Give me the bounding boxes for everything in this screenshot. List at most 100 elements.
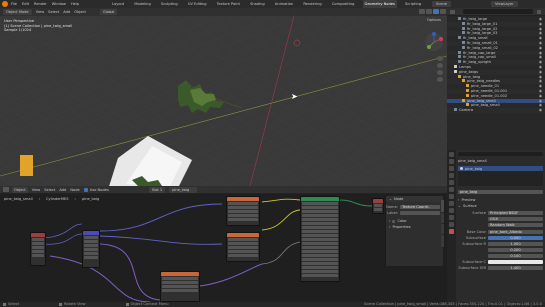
- tab-animation[interactable]: Animation: [273, 0, 295, 8]
- scene-tab-icon[interactable]: [449, 180, 454, 185]
- modifier-tab-icon[interactable]: [449, 201, 454, 206]
- menu-edit[interactable]: Edit: [22, 2, 29, 6]
- expand-arrow-icon: ›: [389, 219, 391, 223]
- surface-section-header[interactable]: ⌄ Surface: [458, 203, 543, 209]
- npanel-tab-tool[interactable]: [441, 213, 444, 223]
- node-name-field[interactable]: Texture Coordi..: [400, 204, 440, 210]
- tab-modeling[interactable]: Modeling: [132, 0, 152, 8]
- material-slot-item[interactable]: pine_twig: [458, 166, 543, 171]
- grid-view-icon[interactable]: [437, 77, 443, 82]
- node-texture-coordinate[interactable]: [30, 232, 46, 266]
- node-mapping[interactable]: [82, 230, 100, 268]
- tab-rendering[interactable]: Rendering: [301, 0, 323, 8]
- npanel-properties-row[interactable]: › Properties: [386, 224, 443, 230]
- menu-select[interactable]: Select: [48, 10, 59, 14]
- menu-window[interactable]: Window: [52, 2, 66, 6]
- world-tab-icon[interactable]: [449, 187, 454, 192]
- outliner-search-input[interactable]: [463, 9, 533, 14]
- physics-tab-icon[interactable]: [449, 208, 454, 213]
- subsurface-radius-z-field[interactable]: 0.100: [488, 253, 543, 259]
- filter-icon[interactable]: [537, 9, 541, 14]
- constraints-tab-icon[interactable]: [449, 215, 454, 220]
- view-layer-selector[interactable]: ViewLayer: [491, 1, 518, 7]
- menu-object[interactable]: Object: [74, 10, 86, 14]
- props-search-input[interactable]: [458, 151, 543, 157]
- visibility-eye-icon[interactable]: ◉: [539, 108, 542, 113]
- solid-shading-icon[interactable]: [426, 9, 432, 14]
- color-checkbox[interactable]: [392, 219, 396, 223]
- viewport-info-overlay: User Perspective (1) Scene Collection | …: [4, 19, 72, 33]
- subsurface-method-row: Random Walk: [458, 222, 543, 228]
- zoom-icon[interactable]: [437, 56, 443, 61]
- menu-file[interactable]: File: [11, 2, 17, 6]
- subsurface-radius-y-field[interactable]: 0.200: [488, 247, 543, 253]
- 3d-viewport[interactable]: Object Mode View Select Add Object Globa…: [0, 8, 447, 186]
- subsurface-value-field[interactable]: 0.000: [488, 235, 543, 241]
- wireframe-shading-icon[interactable]: [419, 9, 425, 14]
- mode-selector[interactable]: Object Mode: [3, 9, 32, 15]
- material-sphere-icon: [460, 167, 463, 170]
- outliner-header: [447, 8, 545, 16]
- subsurface-ior-field[interactable]: 1.400: [488, 265, 543, 271]
- tab-uv-editing[interactable]: UV Editing: [186, 0, 209, 8]
- tab-compositing[interactable]: Compositing: [330, 0, 357, 8]
- npanel-color-label: Color: [397, 219, 407, 223]
- npanel-tab-view[interactable]: [441, 224, 444, 234]
- properties-tabs: [447, 150, 456, 302]
- npanel-node-header[interactable]: ⌄ Node: [386, 196, 443, 202]
- tab-shading[interactable]: Shading: [248, 0, 267, 8]
- subsurface-method-dropdown[interactable]: Random Walk: [488, 222, 543, 228]
- subsurface-radius-x-field[interactable]: 1.000: [488, 241, 543, 247]
- node-image-texture-1[interactable]: [226, 196, 260, 226]
- shader-node-editor[interactable]: Object View Select Add Node Use Nodes Sl…: [0, 186, 447, 302]
- transform-orientation[interactable]: Global: [99, 9, 118, 15]
- material-slots-list[interactable]: pine_twig: [458, 166, 543, 186]
- tab-texture-paint[interactable]: Texture Paint: [215, 0, 242, 8]
- material-name-field[interactable]: pine_twig: [458, 189, 543, 195]
- menu-add[interactable]: Add: [63, 10, 70, 14]
- tab-geometry-nodes[interactable]: Geometry Nodes: [362, 0, 397, 8]
- tab-layout[interactable]: Layout: [110, 0, 126, 8]
- surface-shader-field[interactable]: Principled BSDF: [488, 210, 543, 216]
- scene-selector[interactable]: Scene: [432, 1, 451, 7]
- node-label-field[interactable]: [400, 210, 440, 216]
- material-tab-icon[interactable]: [449, 229, 454, 234]
- object-type-icon: [458, 60, 461, 64]
- npanel-tab-node[interactable]: [441, 200, 444, 212]
- object-tab-icon[interactable]: [449, 194, 454, 199]
- blender-logo-icon[interactable]: [2, 1, 8, 7]
- distribution-dropdown[interactable]: GGX: [488, 216, 543, 222]
- object-type-icon: [458, 74, 461, 78]
- node-material-output[interactable]: [372, 198, 384, 214]
- npanel-label-label: Label:: [387, 211, 398, 215]
- base-color-label: Base Color: [466, 230, 486, 234]
- node-image-texture-3[interactable]: [160, 271, 200, 302]
- data-tab-icon[interactable]: [449, 222, 454, 227]
- outliner-editor-icon[interactable]: [450, 9, 455, 14]
- menu-view[interactable]: View: [36, 10, 45, 14]
- outliner-item-label: pine_twig_needles: [467, 79, 501, 84]
- base-color-texture-field[interactable]: pine_bark_Albedo: [488, 229, 543, 235]
- subsurface-label: Subsurface: [465, 236, 486, 240]
- options-button[interactable]: Options: [427, 18, 441, 22]
- menu-render[interactable]: Render: [34, 2, 47, 6]
- viewport-header: Object Mode View Select Add Object Globa…: [0, 8, 447, 16]
- navigation-gizmo[interactable]: [424, 32, 444, 52]
- outliner-item-label: pine_twig_small: [467, 98, 496, 103]
- pan-hand-icon[interactable]: [437, 63, 443, 68]
- menu-help[interactable]: Help: [71, 2, 79, 6]
- rendered-shading-icon[interactable]: [440, 9, 446, 14]
- view-layer-tab-icon[interactable]: [449, 173, 454, 178]
- material-shading-icon[interactable]: [433, 9, 439, 14]
- outliner-item[interactable]: Camera ◉: [447, 108, 545, 113]
- tool-tab-icon[interactable]: [449, 152, 454, 157]
- node-principled-bsdf[interactable]: [300, 196, 340, 282]
- output-tab-icon[interactable]: [449, 166, 454, 171]
- node-image-texture-2[interactable]: [226, 232, 260, 262]
- render-tab-icon[interactable]: [449, 159, 454, 164]
- tab-scripting[interactable]: Scripting: [403, 0, 423, 8]
- npanel-tab-options[interactable]: [441, 235, 444, 247]
- camera-view-icon[interactable]: [437, 70, 443, 75]
- subsurface-color-swatch[interactable]: [488, 259, 543, 265]
- tab-sculpting[interactable]: Sculpting: [159, 0, 180, 8]
